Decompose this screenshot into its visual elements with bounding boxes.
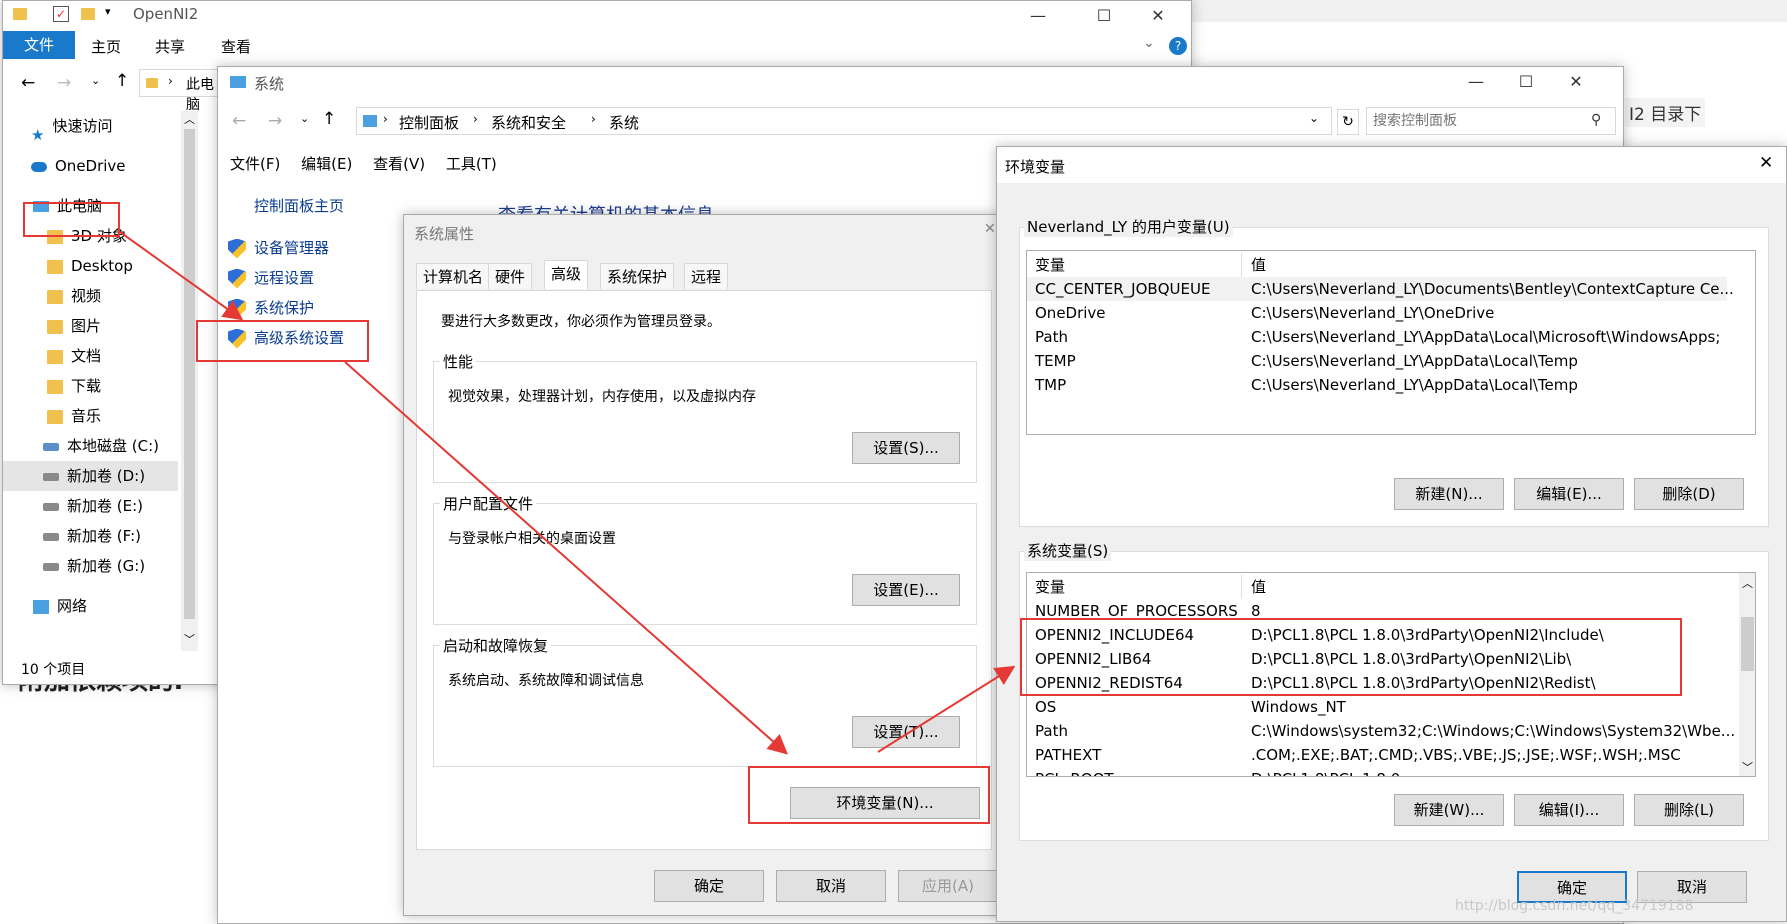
annotation-arrows [119, 231, 1016, 755]
arrow-advanced [344, 361, 788, 755]
arrow-this-pc [119, 231, 244, 321]
arrow-env-vars [877, 665, 1016, 753]
tab-advanced[interactable]: 高级 [544, 260, 589, 289]
